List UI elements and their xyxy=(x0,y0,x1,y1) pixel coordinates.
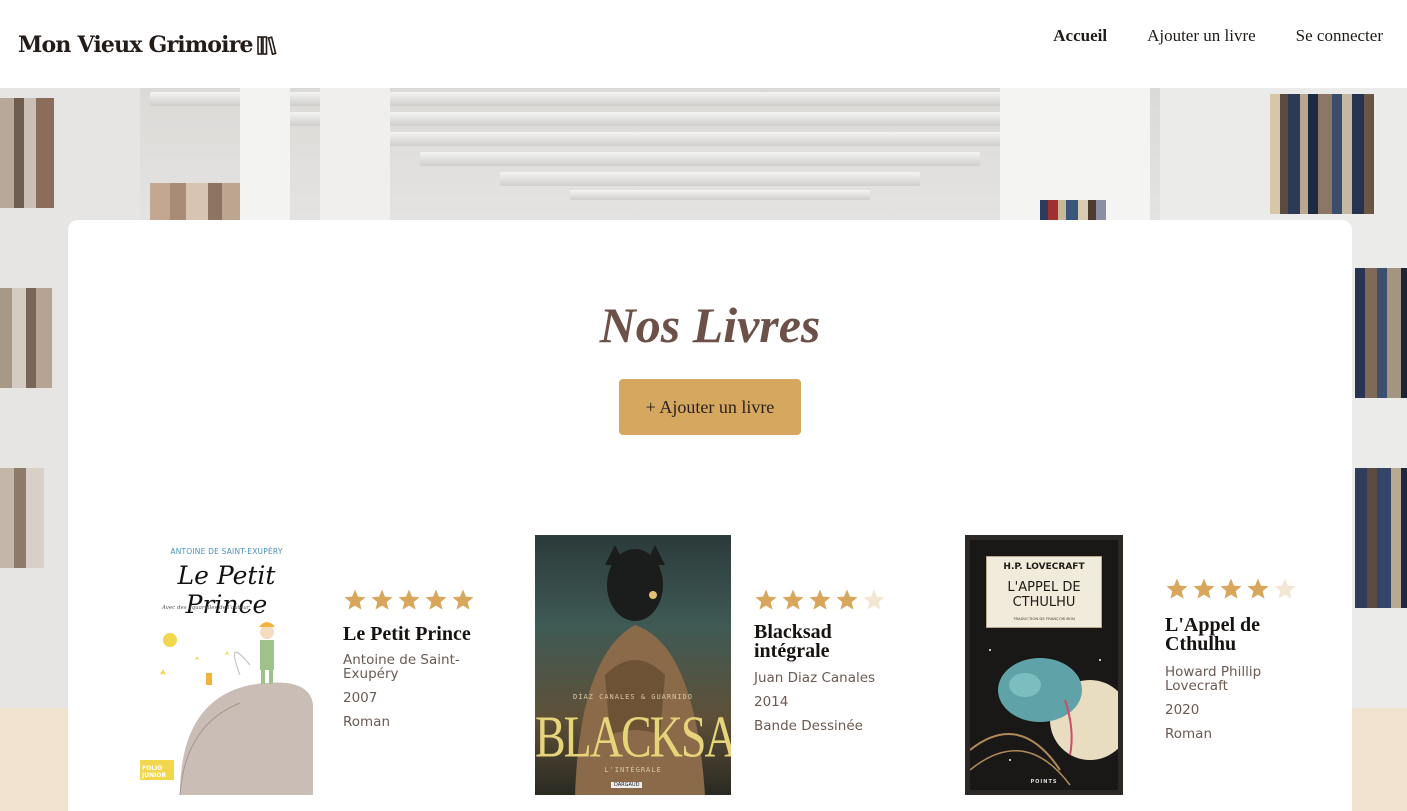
book-author: Antoine de Saint-Exupéry xyxy=(343,652,460,682)
book-title[interactable]: Le Petit Prince xyxy=(343,624,503,644)
book-genre: Bande Dessinée xyxy=(754,718,863,734)
star-filled-icon xyxy=(782,589,804,610)
rating-stars xyxy=(343,588,503,612)
star-filled-icon xyxy=(425,589,447,610)
add-book-button[interactable]: + Ajouter un livre xyxy=(619,379,801,435)
main-nav: Accueil Ajouter un livre Se connecter xyxy=(1053,26,1383,46)
little-prince-illustration xyxy=(140,622,313,795)
star-filled-icon xyxy=(398,589,420,610)
star-filled-icon xyxy=(1193,578,1215,599)
rating-stars xyxy=(754,588,914,612)
cover-authors: DÍAZ CANALES & GUARNIDO xyxy=(573,693,693,701)
book-genre: Roman xyxy=(1165,726,1213,742)
cover-publisher: DARGAUD xyxy=(611,782,643,788)
book-title[interactable]: L'Appel de Cthulhu xyxy=(1165,615,1295,654)
book-author: Juan Diaz Canales xyxy=(754,670,876,686)
book-year: 2020 xyxy=(1165,702,1200,718)
star-filled-icon xyxy=(1166,578,1188,599)
star-filled-icon xyxy=(344,589,366,610)
nav-ajouter-livre[interactable]: Ajouter un livre xyxy=(1147,26,1256,46)
book-cover[interactable]: H.P. LOVECRAFT L'APPEL DE CTHULHU TRADUC… xyxy=(965,535,1123,795)
books-icon xyxy=(256,36,277,56)
star-filled-icon xyxy=(452,589,474,610)
book-year: 2014 xyxy=(754,694,789,710)
star-filled-icon xyxy=(836,589,858,610)
cover-badge: FOLIO JUNIOR xyxy=(142,765,167,779)
book-cover[interactable]: ANTOINE DE SAINT-EXUPÉRY Le Petit Prince… xyxy=(140,535,313,795)
book-title[interactable]: Blacksad intégrale xyxy=(754,622,874,661)
rating-stars xyxy=(1165,577,1325,601)
book-genre: Roman xyxy=(343,714,391,730)
cover-publisher: POINTS xyxy=(1030,779,1058,785)
book-author: Howard Phillip Lovecraft xyxy=(1165,664,1262,694)
star-filled-icon xyxy=(1247,578,1269,599)
star-empty-icon xyxy=(1274,578,1296,599)
star-filled-icon xyxy=(1220,578,1242,599)
star-filled-icon xyxy=(371,589,393,610)
logo-text: Mon Vieux Grimoire xyxy=(18,32,254,58)
nav-se-connecter[interactable]: Se connecter xyxy=(1296,26,1383,46)
page-title: Nos Livres xyxy=(599,297,821,353)
star-filled-icon xyxy=(755,589,777,610)
book-year: 2007 xyxy=(343,690,378,706)
cover-title: BLACKSAD xyxy=(535,703,731,770)
nav-accueil[interactable]: Accueil xyxy=(1053,26,1107,46)
star-empty-icon xyxy=(863,589,885,610)
logo[interactable]: Mon Vieux Grimoire xyxy=(18,32,277,58)
book-cover[interactable]: DÍAZ CANALES & GUARNIDO BLACKSAD L'INTÉG… xyxy=(535,535,731,795)
cthulhu-illustration xyxy=(970,649,1118,786)
books-card: Nos Livres + Ajouter un livre ANTOINE DE… xyxy=(68,220,1352,811)
star-filled-icon xyxy=(809,589,831,610)
cover-subtitle: L'INTÉGRALE xyxy=(604,766,662,774)
site-header: Mon Vieux Grimoire Accueil Ajouter un li… xyxy=(0,0,1407,88)
